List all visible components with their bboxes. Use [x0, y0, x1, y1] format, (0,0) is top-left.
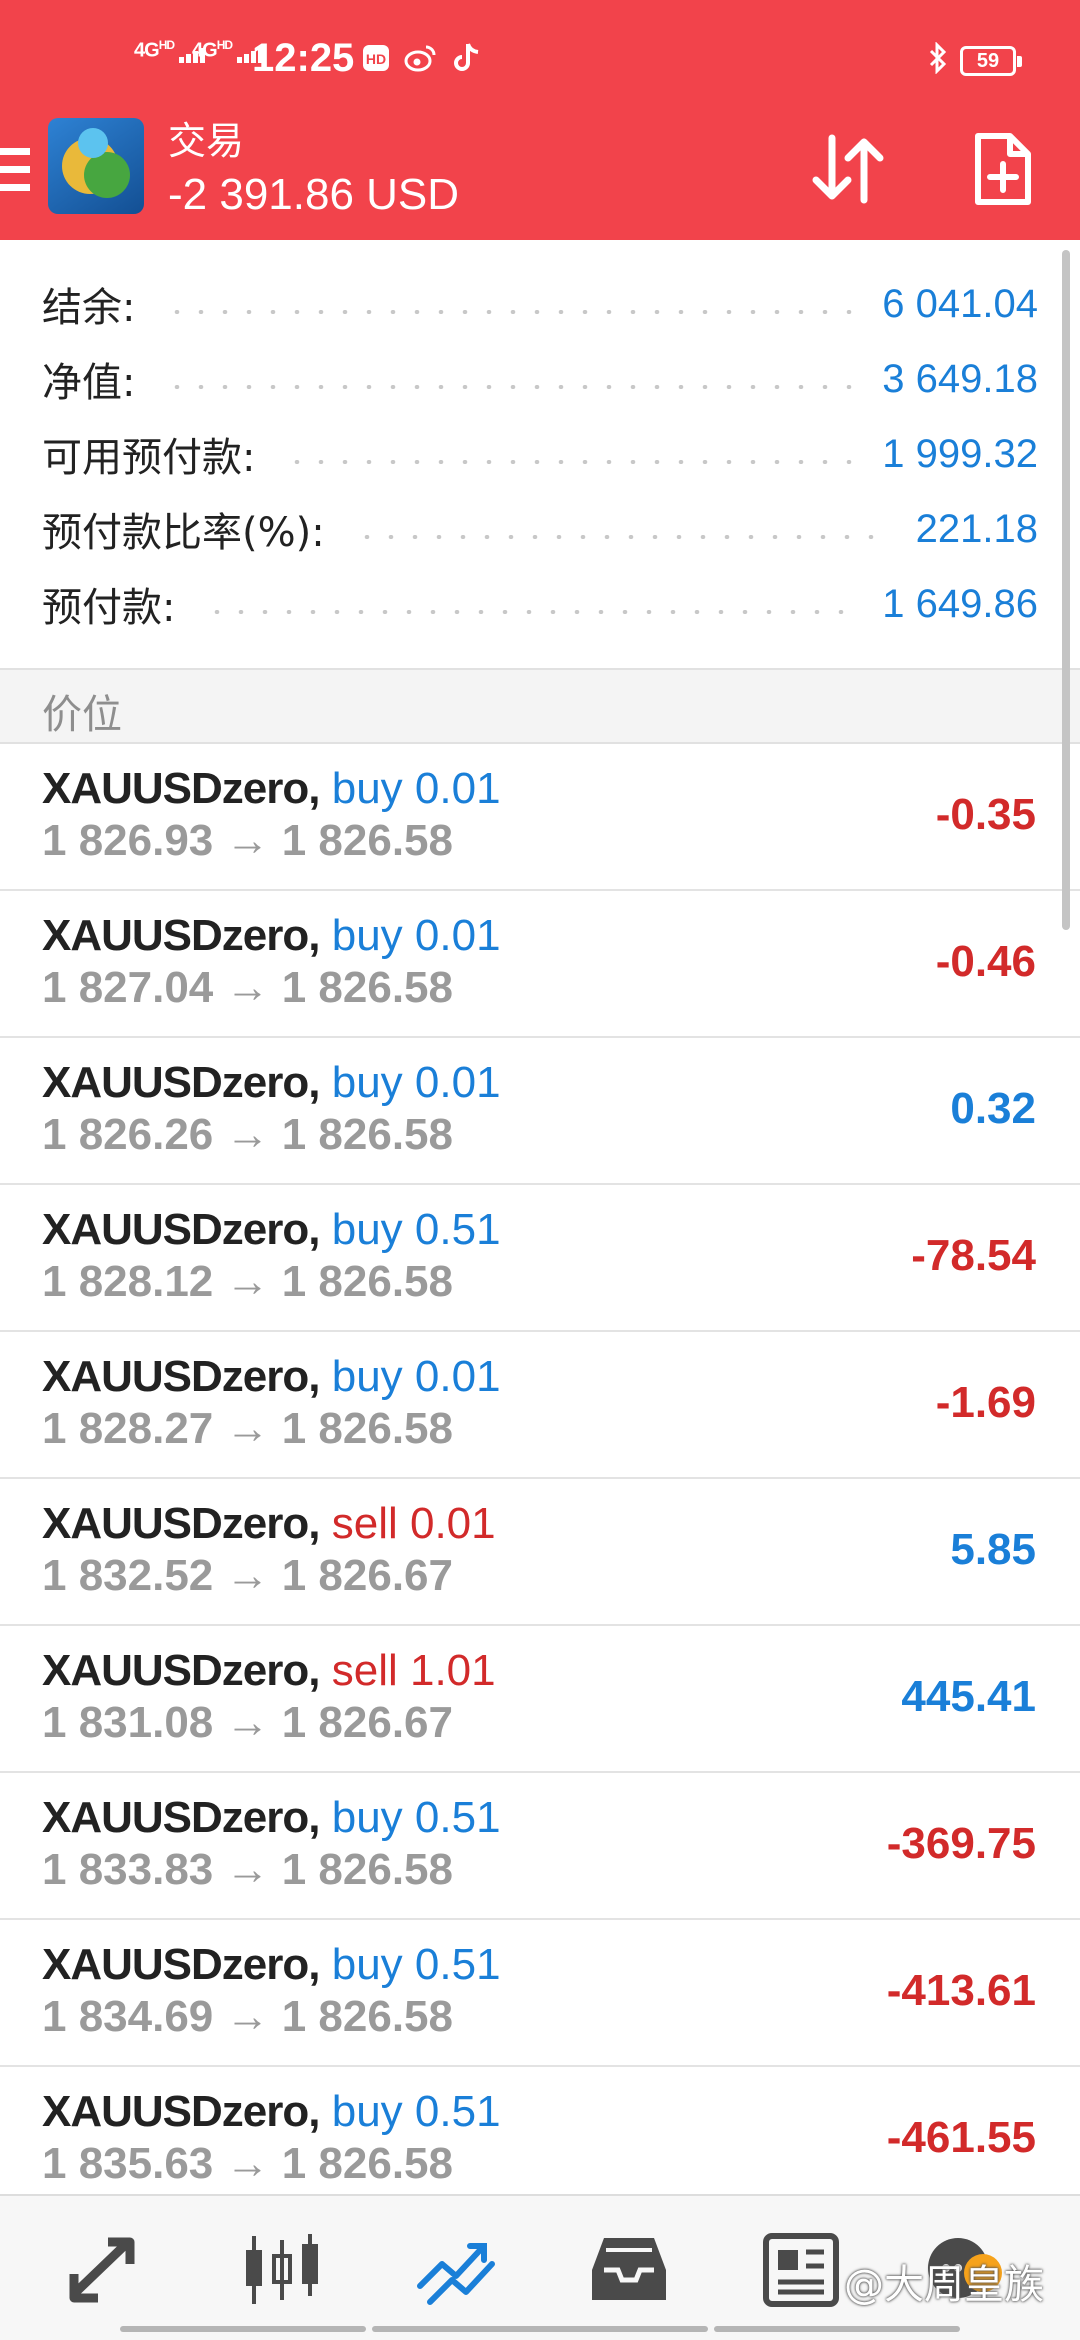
position-prices: 1 826.26 → 1 826.58: [42, 1110, 453, 1159]
position-symbol: XAUUSDzero,: [42, 1352, 320, 1401]
dotted-leader: [285, 460, 853, 464]
dotted-leader: [205, 610, 853, 614]
position-row[interactable]: XAUUSDzero, sell 0.01 1 832.52 → 1 826.6…: [0, 1479, 1080, 1626]
position-row[interactable]: XAUUSDzero, buy 0.01 1 826.93 → 1 826.58…: [0, 744, 1080, 891]
position-row[interactable]: XAUUSDzero, buy 0.51 1 835.63 → 1 826.58…: [0, 2067, 1080, 2194]
weibo-icon: [404, 42, 436, 74]
position-symbol: XAUUSDzero,: [42, 764, 320, 813]
hd-voice-icon: HD: [360, 42, 392, 74]
position-row[interactable]: XAUUSDzero, buy 0.01 1 828.27 → 1 826.58…: [0, 1332, 1080, 1479]
summary-value: 3 649.18: [882, 356, 1038, 401]
summary-label: 预付款比率(%):: [42, 510, 325, 556]
position-type: buy 0.01: [331, 911, 501, 960]
summary-value: 6 041.04: [882, 281, 1038, 326]
position-row[interactable]: XAUUSDzero, sell 1.01 1 831.08 → 1 826.6…: [0, 1626, 1080, 1773]
position-profit: -461.55: [886, 2113, 1036, 2162]
position-type: buy 0.51: [331, 1205, 501, 1254]
menu-icon[interactable]: [0, 148, 30, 192]
position-prices: 1 833.83 → 1 826.58: [42, 1845, 453, 1894]
position-profit: -0.46: [935, 937, 1036, 986]
position-prices: 1 832.52 → 1 826.67: [42, 1551, 453, 1600]
sort-icon[interactable]: [808, 134, 888, 204]
summary-label: 净值:: [42, 360, 136, 406]
summary-value: 1 649.86: [882, 581, 1038, 626]
app-header: 4GHD 4GHD 12:25 HD 59 交易 -2 391.86 USD: [0, 0, 1080, 240]
summary-row-equity: 净值: 3 649.18: [42, 349, 1038, 409]
position-profit: 5.85: [950, 1525, 1036, 1574]
position-type: sell 0.01: [331, 1499, 496, 1548]
summary-value: 221.18: [915, 506, 1038, 551]
position-row[interactable]: XAUUSDzero, buy 0.51 1 833.83 → 1 826.58…: [0, 1773, 1080, 1920]
position-row[interactable]: XAUUSDzero, buy 0.01 1 827.04 → 1 826.58…: [0, 891, 1080, 1038]
position-prices: 1 834.69 → 1 826.58: [42, 1992, 453, 2041]
position-profit: 0.32: [950, 1084, 1036, 1133]
position-prices: 1 828.27 → 1 826.58: [42, 1404, 453, 1453]
position-type: sell 1.01: [331, 1646, 496, 1695]
account-summary: 结余: 6 041.04 净值: 3 649.18 可用预付款: 1 999.3…: [0, 240, 1080, 668]
position-symbol: XAUUSDzero,: [42, 1499, 320, 1548]
chart-icon[interactable]: [238, 2230, 328, 2310]
quotes-icon[interactable]: [64, 2230, 154, 2310]
summary-row-free-margin: 可用预付款: 1 999.32: [42, 424, 1038, 484]
watermark: @大周皇族: [844, 2262, 1044, 2308]
position-symbol: XAUUSDzero,: [42, 911, 320, 960]
trade-icon[interactable]: [412, 2230, 502, 2310]
position-row[interactable]: XAUUSDzero, buy 0.51 1 834.69 → 1 826.58…: [0, 1920, 1080, 2067]
scrollbar[interactable]: [1062, 250, 1070, 930]
summary-row-margin: 预付款: 1 649.86: [42, 574, 1038, 634]
position-symbol: XAUUSDzero,: [42, 1793, 320, 1842]
position-profit: 445.41: [901, 1672, 1036, 1721]
position-row[interactable]: XAUUSDzero, buy 0.51 1 828.12 → 1 826.58…: [0, 1185, 1080, 1332]
header-profit: -2 391.86 USD: [168, 170, 460, 219]
status-bar: 4GHD 4GHD 12:25 HD 59: [0, 0, 1080, 120]
position-symbol: XAUUSDzero,: [42, 1058, 320, 1107]
summary-label: 预付款:: [42, 585, 176, 631]
summary-label: 结余:: [42, 285, 136, 331]
position-symbol: XAUUSDzero,: [42, 1205, 320, 1254]
position-symbol: XAUUSDzero,: [42, 1940, 320, 1989]
svg-text:HD: HD: [366, 51, 386, 67]
app-logo: [48, 118, 144, 214]
position-prices: 1 827.04 → 1 826.58: [42, 963, 453, 1012]
position-row[interactable]: XAUUSDzero, buy 0.01 1 826.26 → 1 826.58…: [0, 1038, 1080, 1185]
position-profit: -1.69: [935, 1378, 1036, 1427]
position-type: buy 0.01: [331, 1352, 501, 1401]
new-order-icon[interactable]: [972, 132, 1032, 206]
position-type: buy 0.01: [331, 1058, 501, 1107]
position-type: buy 0.01: [331, 764, 501, 813]
section-header-price: 价位: [0, 668, 1080, 744]
position-prices: 1 831.08 → 1 826.67: [42, 1698, 453, 1747]
tiktok-icon: [452, 42, 484, 74]
summary-row-balance: 结余: 6 041.04: [42, 274, 1038, 334]
bluetooth-icon: [922, 42, 954, 74]
position-profit: -78.54: [911, 1231, 1036, 1280]
position-symbol: XAUUSDzero,: [42, 1646, 320, 1695]
page-title: 交易: [168, 119, 245, 163]
position-profit: -413.61: [886, 1966, 1036, 2015]
dotted-leader: [165, 385, 853, 389]
position-prices: 1 835.63 → 1 826.58: [42, 2139, 453, 2188]
position-prices: 1 826.93 → 1 826.58: [42, 816, 453, 865]
position-prices: 1 828.12 → 1 826.58: [42, 1257, 453, 1306]
summary-label: 可用预付款:: [42, 435, 256, 481]
dotted-leader: [165, 310, 853, 314]
position-profit: -369.75: [886, 1819, 1036, 1868]
position-symbol: XAUUSDzero,: [42, 2087, 320, 2136]
positions-list: XAUUSDzero, buy 0.01 1 826.93 → 1 826.58…: [0, 744, 1080, 2194]
nav-handle: [372, 2326, 708, 2332]
news-icon[interactable]: [756, 2230, 846, 2310]
battery-indicator: 59: [960, 46, 1022, 76]
position-type: buy 0.51: [331, 1793, 501, 1842]
position-type: buy 0.51: [331, 1940, 501, 1989]
summary-value: 1 999.32: [882, 431, 1038, 476]
nav-handle: [120, 2326, 366, 2332]
position-profit: -0.35: [935, 790, 1036, 839]
nav-handle: [714, 2326, 960, 2332]
position-type: buy 0.51: [331, 2087, 501, 2136]
summary-row-margin-level: 预付款比率(%): 221.18: [42, 499, 1038, 559]
history-icon[interactable]: [584, 2230, 674, 2310]
status-time: 12:25: [252, 36, 355, 80]
dotted-leader: [354, 535, 886, 539]
section-title: 价位: [42, 692, 122, 738]
